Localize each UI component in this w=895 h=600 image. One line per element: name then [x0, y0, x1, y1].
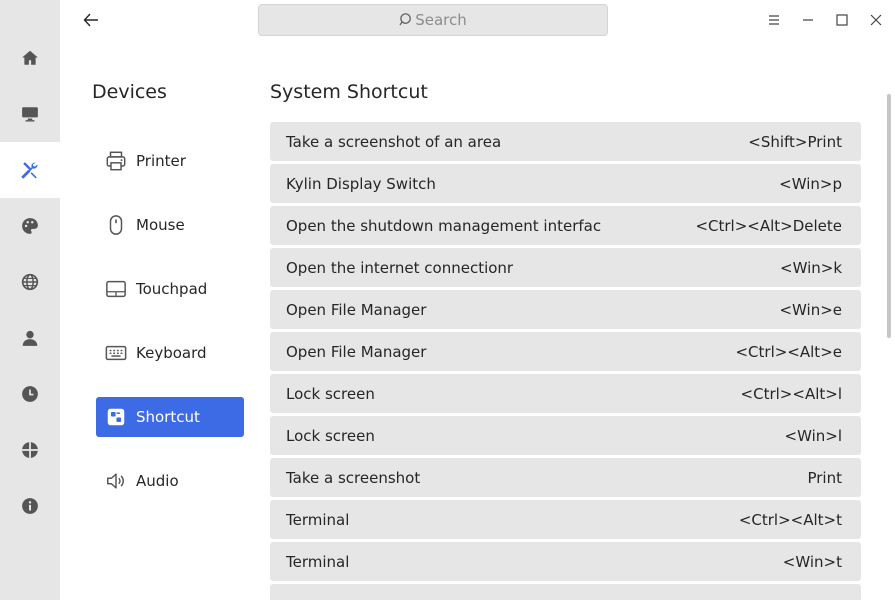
- shortcut-keys: <Ctrl><Alt>t: [738, 510, 842, 529]
- minimize-icon: [803, 19, 813, 21]
- menu-icon: [769, 15, 779, 25]
- search-input[interactable]: Search: [258, 4, 608, 36]
- minimize-button[interactable]: [798, 10, 818, 30]
- rail-item-network[interactable]: [0, 254, 60, 310]
- close-icon: [870, 14, 882, 26]
- close-button[interactable]: [866, 10, 886, 30]
- settings-window: Search Devices Printer Mouse Touchpad Ke…: [0, 0, 895, 600]
- device-item-touchpad[interactable]: Touchpad: [96, 269, 244, 309]
- rail-item-datetime[interactable]: [0, 366, 60, 422]
- shortcut-keys: <Win>k: [780, 258, 842, 277]
- shortcut-name: Take a screenshot of an area: [286, 132, 502, 151]
- shortcut-name: Open the internet connectionr: [286, 258, 514, 277]
- shortcut-row[interactable]: Lock screen <Win>l: [270, 416, 861, 455]
- shortcut-row[interactable]: Open the internet connectionr <Win>k: [270, 248, 861, 287]
- shortcut-name: Open File Manager: [286, 300, 427, 319]
- shortcut-keys: <Ctrl><Alt>e: [735, 342, 842, 361]
- rail-item-home[interactable]: [0, 30, 60, 86]
- maximize-button[interactable]: [832, 10, 852, 30]
- shortcut-row[interactable]: Open File Manager <Win>e: [270, 290, 861, 329]
- shortcut-keys: <Win>l: [784, 426, 842, 445]
- keyboard-icon: [96, 333, 136, 373]
- device-item-audio[interactable]: Audio: [96, 461, 244, 501]
- update-icon: [22, 442, 38, 458]
- speaker-icon: [96, 461, 136, 501]
- device-item-mouse[interactable]: Mouse: [96, 205, 244, 245]
- rail-item-display[interactable]: [0, 86, 60, 142]
- back-button[interactable]: [78, 8, 104, 32]
- shortcut-name: Terminal: [286, 552, 350, 571]
- shortcut-row[interactable]: Take a screenshot of an area <Shift>Print: [270, 122, 861, 161]
- device-item-label: Keyboard: [136, 344, 207, 362]
- arrow-left-icon: [83, 13, 98, 27]
- shortcut-keys: <Shift>Print: [748, 132, 842, 151]
- shortcut-keys: <Ctrl><Alt>Delete: [695, 216, 842, 235]
- shortcut-icon: [96, 397, 136, 437]
- rail-item-devices[interactable]: [0, 142, 60, 198]
- shortcut-row[interactable]: Terminal <Win>t: [270, 542, 861, 581]
- system-shortcut-title: System Shortcut: [270, 81, 428, 103]
- device-item-label: Touchpad: [136, 280, 208, 298]
- shortcut-row[interactable]: Take a screenshot Print: [270, 458, 861, 497]
- clock-icon: [22, 386, 38, 402]
- shortcut-keys: Print: [807, 468, 842, 487]
- search-placeholder: Search: [415, 11, 467, 29]
- device-item-keyboard[interactable]: Keyboard: [96, 333, 244, 373]
- shortcut-keys: <Win>e: [779, 300, 842, 319]
- printer-icon: [96, 141, 136, 181]
- palette-icon: [22, 218, 38, 234]
- shortcut-row[interactable]: Terminal <Ctrl><Alt>t: [270, 500, 861, 539]
- globe-icon: [21, 273, 39, 291]
- shortcut-name: Lock screen: [286, 384, 375, 403]
- home-icon: [22, 50, 38, 65]
- shortcut-name: Open the shutdown management interfac: [286, 216, 602, 235]
- device-item-printer[interactable]: Printer: [96, 141, 244, 181]
- device-item-label: Mouse: [136, 216, 185, 234]
- shortcut-row[interactable]: Kylin Display Switch <Win>p: [270, 164, 861, 203]
- monitor-icon: [22, 107, 38, 122]
- shortcut-keys: <Win>p: [779, 174, 842, 193]
- touchpad-icon: [96, 269, 136, 309]
- shortcut-row[interactable]: Lock screen <Ctrl><Alt>l: [270, 374, 861, 413]
- user-icon: [22, 330, 38, 346]
- scrollbar-thumb[interactable]: [887, 94, 891, 338]
- shortcut-row[interactable]: [270, 584, 861, 600]
- device-item-label: Shortcut: [136, 408, 200, 426]
- search-icon: [399, 12, 412, 25]
- shortcut-row[interactable]: Open File Manager <Ctrl><Alt>e: [270, 332, 861, 371]
- device-item-label: Audio: [136, 472, 179, 490]
- shortcut-name: Open File Manager: [286, 342, 427, 361]
- shortcut-name: Terminal: [286, 510, 350, 529]
- shortcut-keys: <Ctrl><Alt>l: [740, 384, 842, 403]
- device-item-shortcut[interactable]: Shortcut: [96, 397, 244, 437]
- shortcut-name: Lock screen: [286, 426, 375, 445]
- info-icon: [22, 498, 38, 514]
- rail-item-about[interactable]: [0, 478, 60, 534]
- rail-item-update[interactable]: [0, 422, 60, 478]
- shortcut-keys: <Win>t: [782, 552, 842, 571]
- devices-title: Devices: [92, 81, 167, 103]
- rail-item-account[interactable]: [0, 310, 60, 366]
- menu-button[interactable]: [764, 10, 784, 30]
- mouse-icon: [96, 205, 136, 245]
- tools-icon: [21, 162, 38, 179]
- maximize-icon: [836, 14, 848, 26]
- shortcut-name: Kylin Display Switch: [286, 174, 436, 193]
- shortcut-row[interactable]: Open the shutdown management interfac <Ct…: [270, 206, 861, 245]
- shortcut-name: Take a screenshot: [286, 468, 421, 487]
- rail-item-personalize[interactable]: [0, 198, 60, 254]
- category-rail: [0, 0, 60, 600]
- device-item-label: Printer: [136, 152, 186, 170]
